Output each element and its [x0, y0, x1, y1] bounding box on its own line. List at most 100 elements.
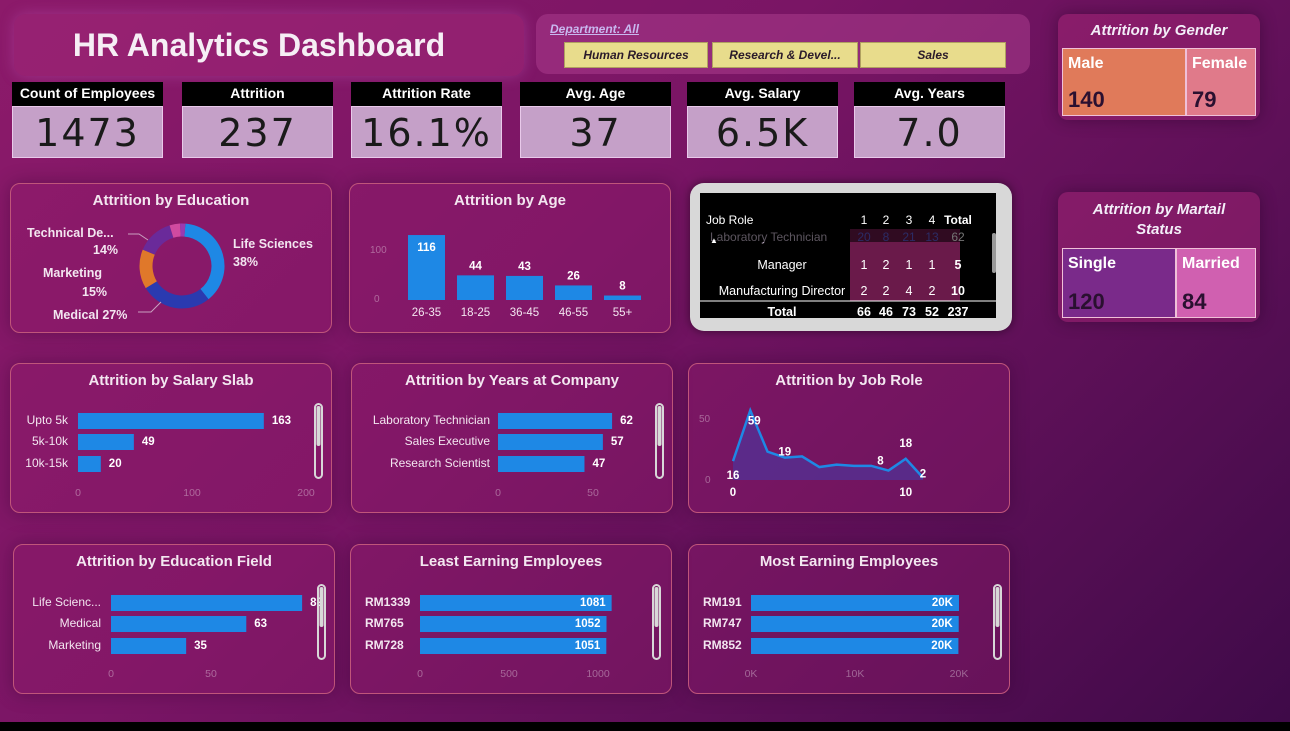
sort-icon: ▲ [710, 236, 718, 245]
category-label: Marketing [48, 638, 101, 652]
category-label: RM765 [365, 616, 404, 630]
married-label: Married [1182, 255, 1240, 272]
matrix-total-cell: 46 [879, 305, 893, 318]
kpi-value: 37 [520, 106, 671, 158]
data-label: 20 [109, 458, 122, 470]
y-tick: 100 [370, 245, 387, 256]
y-tick: 0 [374, 294, 380, 305]
y-tick: 0 [705, 475, 711, 486]
job-role-area-chart: 50 0 16 59 19 8 18 2 0 10 [699, 406, 926, 499]
x-tick: 0 [108, 668, 114, 680]
donut-slice [145, 281, 209, 309]
kpi-attrition: Attrition 237 [182, 82, 333, 158]
salary-slab-chart: Upto 5k 1635k-10k 4910k-15k 200 100 200 [25, 403, 323, 499]
matrix-header: Job Role [706, 213, 754, 227]
scrollbar-thumb [316, 406, 321, 446]
matrix-scrollbar [992, 233, 996, 273]
data-label: 47 [592, 458, 605, 470]
male-tile[interactable]: Male 140 [1062, 48, 1186, 116]
category-label: 10k-15k [25, 456, 69, 470]
scrollbar-thumb [995, 587, 1000, 627]
data-label: 2 [920, 469, 926, 481]
male-label: Male [1068, 55, 1104, 72]
job-role-matrix[interactable]: Job Role1234TotalLaboratory Technician20… [700, 193, 996, 318]
years-company-chart: Laboratory Technician 62 Sales Executive 57… [373, 403, 664, 499]
dept-option-human-resources[interactable]: Human Resources [564, 42, 708, 68]
gender-title: Attrition by Gender [1090, 22, 1228, 39]
data-label: 1081 [580, 597, 606, 609]
salary-slab-panel: Attrition by Salary Slab Upto 5k 163 5k-10… [10, 363, 332, 513]
data-label: 20K [932, 597, 954, 609]
donut-slice [139, 249, 158, 289]
matrix-cell: 2 [883, 284, 890, 298]
department-filter-label[interactable]: Department: All [550, 22, 639, 36]
matrix-total-cell: 73 [902, 305, 916, 318]
kpi-label: Count of Employees [12, 82, 163, 106]
bar [78, 434, 134, 450]
area-fill [733, 410, 923, 480]
data-label: 44 [469, 260, 482, 272]
x-tick: 46-55 [559, 307, 588, 319]
matrix-cell: 5 [955, 258, 962, 272]
least-earning-chart: RM1339 1081 RM765 1052 RM728 1051 0 500 1000 [365, 584, 661, 680]
category-label: Upto 5k [27, 413, 69, 427]
kpi-label: Avg. Years [854, 82, 1005, 106]
single-tile[interactable]: Single 120 [1062, 248, 1176, 318]
years-company-panel: Attrition by Years at Company Laboratory… [351, 363, 673, 513]
matrix-cell: 1 [906, 258, 913, 272]
title-panel: HR Analytics Dashboard [14, 14, 524, 76]
matrix-total-cell: 237 [948, 305, 969, 318]
bottom-bar [0, 722, 1290, 731]
data-label: 18 [899, 438, 912, 450]
kpi-label: Avg. Age [520, 82, 671, 106]
page-title: HR Analytics Dashboard [72, 26, 446, 63]
matrix-cell: 1 [929, 258, 936, 272]
data-label: 26 [567, 270, 580, 282]
category-label: 5k-10k [32, 434, 69, 448]
data-label: 63 [254, 618, 267, 630]
x-tick: 0K [745, 668, 758, 680]
data-label: 49 [142, 436, 155, 448]
x-tick: 50 [205, 668, 217, 680]
most-earning-panel: Most Earning Employees RM191 20K RM747 20K R… [688, 544, 1010, 694]
x-tick: 100 [183, 487, 201, 499]
age-bar-chart: 100 0 116 26-35 44 18-25 43 36-45 26 46-55 8 55+ [370, 235, 641, 319]
female-tile[interactable]: Female 79 [1186, 48, 1256, 116]
matrix-cell: 4 [906, 284, 913, 298]
category-label: Life Scienc... [32, 595, 101, 609]
donut-pct: 14% [93, 243, 118, 257]
female-label: Female [1192, 55, 1248, 72]
matrix-total-cell: 66 [857, 305, 871, 318]
x-tick: 0 [495, 487, 501, 499]
x-tick: 20K [950, 668, 969, 680]
bar [78, 456, 101, 472]
least-earning-panel: Least Earning Employees RM1339 1081 RM765 1… [350, 544, 672, 694]
donut-pct: 15% [82, 285, 107, 299]
dept-option-sales[interactable]: Sales [860, 42, 1006, 68]
bar [111, 638, 187, 654]
kpi-label: Attrition [182, 82, 333, 106]
y-tick: 50 [699, 414, 711, 425]
data-label: 163 [272, 415, 291, 427]
x-tick: 10K [846, 668, 865, 680]
x-tick: 55+ [613, 307, 633, 319]
kpi-value: 1473 [12, 106, 163, 158]
kpi-attrition-rate: Attrition Rate 16.1% [351, 82, 502, 158]
married-tile[interactable]: Married 84 [1176, 248, 1256, 318]
data-label: 8 [619, 281, 626, 293]
kpi-label: Attrition Rate [351, 82, 502, 106]
female-value: 79 [1192, 87, 1217, 112]
dept-option-research[interactable]: Research & Devel... [712, 42, 858, 68]
single-value: 120 [1068, 289, 1105, 314]
bar [111, 595, 303, 611]
x-tick: 0 [75, 487, 81, 499]
donut-label: Technical De... [27, 226, 114, 240]
category-label: RM1339 [365, 595, 411, 609]
x-tick: 50 [587, 487, 599, 499]
matrix-header: 4 [929, 213, 936, 227]
category-label: RM191 [703, 595, 742, 609]
marital-panel: Attrition by Martail Status Single 120 M… [1058, 192, 1260, 322]
matrix-cell: 2 [883, 258, 890, 272]
x-tick: 200 [297, 487, 315, 499]
scrollbar-thumb [657, 406, 662, 446]
